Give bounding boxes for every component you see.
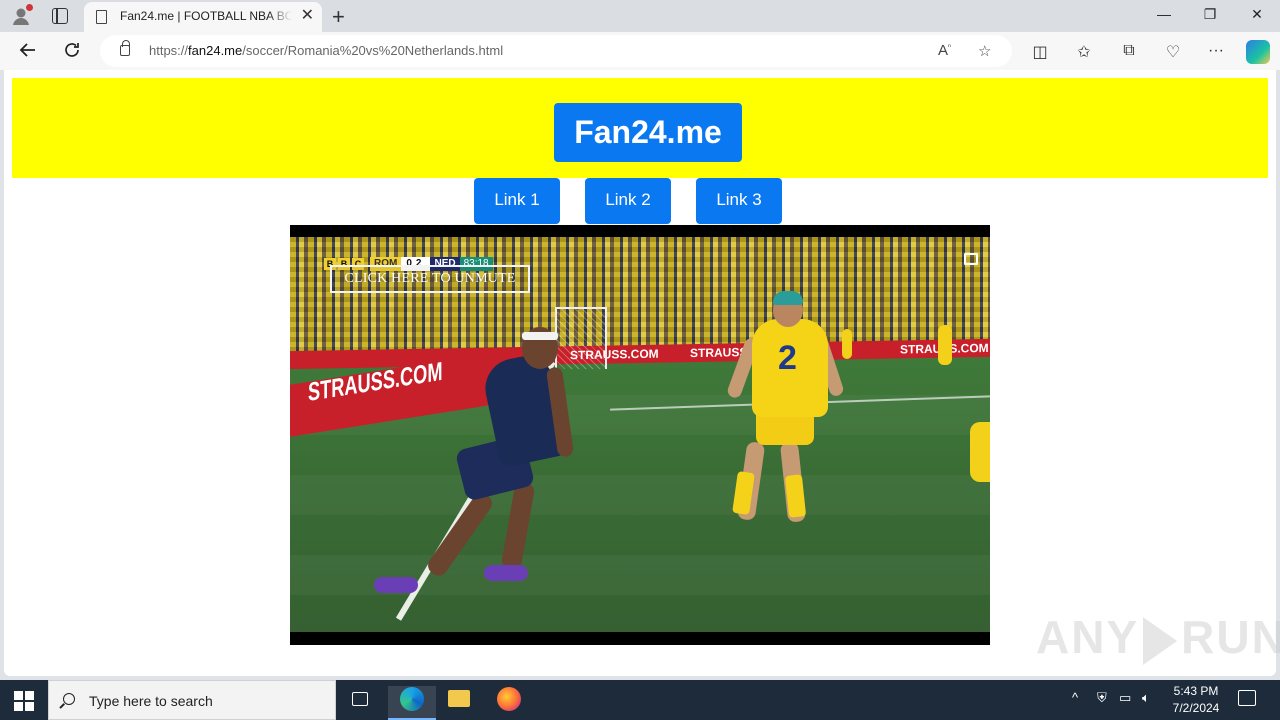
player-headband <box>522 332 558 340</box>
window-restore-button[interactable]: ❐ <box>1187 6 1233 23</box>
refresh-icon[interactable] <box>61 40 83 62</box>
web-page: Fan24.me Link 1 Link 2 Link 3 STRAUSS.CO… <box>4 70 1276 676</box>
search-placeholder: Type here to search <box>89 693 213 709</box>
url-text[interactable]: https://fan24.me/soccer/Romania%20vs%20N… <box>149 43 503 58</box>
more-options-icon[interactable]: ··· <box>1206 42 1226 60</box>
browser-essentials-icon[interactable]: ♡ <box>1163 42 1183 62</box>
watermark-right-text: RUN <box>1181 611 1280 663</box>
search-icon <box>63 693 75 705</box>
window-minimize-button[interactable]: — <box>1141 6 1187 22</box>
copilot-icon[interactable] <box>1246 40 1270 64</box>
read-aloud-icon[interactable]: Aⁿ <box>938 42 951 59</box>
taskbar-search-box[interactable]: Type here to search <box>48 680 336 720</box>
tab-title: Fan24.me | FOOTBALL NBA BOXING <box>120 9 292 23</box>
favorites-icon[interactable]: ✩ <box>1074 42 1094 62</box>
tab-actions-icon[interactable] <box>52 8 68 24</box>
tab-close-icon[interactable]: ✕ <box>301 8 314 24</box>
player-boot <box>374 577 418 593</box>
unmute-button[interactable]: CLICK HERE TO UNMUTE <box>330 265 530 293</box>
crowd-shading <box>290 237 990 352</box>
system-clock[interactable]: 5:43 PM 7/2/2024 <box>1166 683 1226 717</box>
windows-taskbar: Type here to search <box>0 680 1280 720</box>
profile-notification-dot <box>26 4 33 11</box>
favorite-star-icon[interactable]: ☆ <box>978 42 991 60</box>
goal-net <box>555 307 607 369</box>
video-frame[interactable]: STRAUSS.COM STRAUSS.COM STRAUSS.COM STRA… <box>290 237 990 632</box>
firefox-icon[interactable] <box>497 687 521 711</box>
browser-titlebar: Fan24.me | FOOTBALL NBA BOXING ✕ + — ❐ ✕ <box>0 0 1280 32</box>
address-bar[interactable]: https://fan24.me/soccer/Romania%20vs%20N… <box>100 35 1012 67</box>
security-icon[interactable]: ⛨ <box>1097 690 1107 706</box>
back-arrow-icon[interactable] <box>17 40 39 62</box>
browser-toolbar: https://fan24.me/soccer/Romania%20vs%20N… <box>0 32 1280 70</box>
show-hidden-icons-chevron-icon[interactable]: ^ <box>1072 690 1078 705</box>
network-icon[interactable]: ▭ <box>1119 690 1131 706</box>
video-player[interactable]: STRAUSS.COM STRAUSS.COM STRAUSS.COM STRA… <box>290 225 990 645</box>
edge-browser-icon[interactable] <box>400 687 424 711</box>
background-player <box>842 329 852 359</box>
background-player <box>938 325 952 365</box>
player-hair <box>773 291 803 305</box>
new-tab-button[interactable]: + <box>332 4 345 30</box>
browser-tab-active[interactable]: Fan24.me | FOOTBALL NBA BOXING ✕ <box>84 2 322 32</box>
notification-center-icon[interactable] <box>1238 690 1256 706</box>
lock-icon[interactable] <box>120 40 130 56</box>
split-screen-icon[interactable]: ◫ <box>1030 42 1050 62</box>
watermark-left-text: ANY <box>1036 611 1140 663</box>
page-icon <box>96 10 107 24</box>
link-2-button[interactable]: Link 2 <box>585 178 671 224</box>
link-1-button[interactable]: Link 1 <box>474 178 560 224</box>
window-close-button[interactable]: ✕ <box>1234 6 1280 23</box>
link-3-button[interactable]: Link 3 <box>696 178 782 224</box>
header-banner: Fan24.me <box>12 78 1268 178</box>
anyrun-watermark: ANY RUN <box>1036 610 1280 665</box>
player-number: 2 <box>778 339 797 377</box>
fullscreen-icon[interactable] <box>964 253 978 265</box>
play-triangle-icon <box>1143 616 1178 665</box>
clock-time: 5:43 PM <box>1173 684 1219 698</box>
volume-icon[interactable]: 🔈︎ <box>1142 690 1150 706</box>
edge-player <box>970 422 990 482</box>
task-view-icon[interactable] <box>352 692 368 706</box>
profile-avatar-icon[interactable] <box>10 4 33 27</box>
pitch-stripe <box>290 475 990 515</box>
windows-start-icon[interactable] <box>14 691 34 711</box>
collections-icon[interactable]: ⧉ <box>1119 42 1139 60</box>
player-boot <box>484 565 528 581</box>
file-explorer-icon[interactable] <box>448 690 470 707</box>
clock-date: 7/2/2024 <box>1172 701 1220 715</box>
site-logo-button[interactable]: Fan24.me <box>554 103 742 162</box>
